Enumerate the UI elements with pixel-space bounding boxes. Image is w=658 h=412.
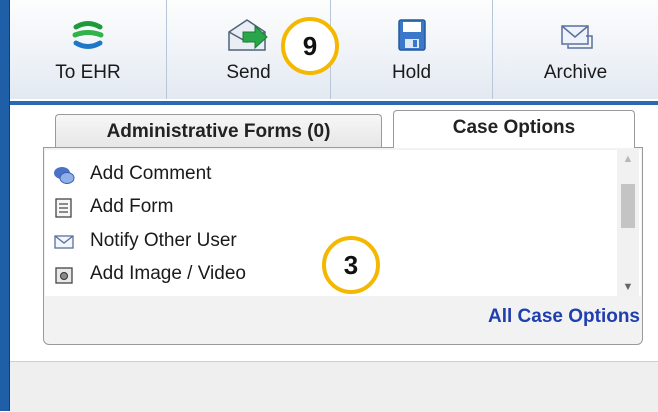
archive-envelope-icon bbox=[558, 18, 594, 54]
callout-badge-3: 3 bbox=[322, 236, 380, 294]
send-envelope-icon bbox=[227, 18, 271, 54]
archive-button[interactable]: Archive bbox=[493, 0, 658, 99]
to-ehr-button[interactable]: To EHR bbox=[10, 0, 167, 99]
list-item-label: Add Form bbox=[90, 196, 174, 217]
scroll-down-arrow-icon[interactable]: ▼ bbox=[617, 278, 639, 296]
toolbar-divider bbox=[10, 101, 658, 105]
archive-label: Archive bbox=[543, 62, 608, 83]
all-case-options-link[interactable]: All Case Options bbox=[400, 306, 640, 328]
tab-administrative-forms[interactable]: Administrative Forms (0) bbox=[55, 114, 382, 148]
form-icon bbox=[53, 197, 75, 218]
hold-button[interactable]: Hold bbox=[331, 0, 493, 99]
hold-label: Hold bbox=[391, 62, 432, 83]
window-frame-left bbox=[0, 0, 10, 411]
tab-case-options[interactable]: Case Options bbox=[393, 110, 635, 148]
scroll-up-arrow-icon[interactable]: ▲ bbox=[617, 150, 639, 168]
list-item-add-form[interactable]: Add Form bbox=[53, 191, 613, 223]
scrollbar-thumb[interactable] bbox=[621, 184, 635, 228]
list-item-label: Add Comment bbox=[90, 163, 212, 184]
camera-icon bbox=[53, 264, 75, 284]
comment-bubbles-icon bbox=[53, 164, 75, 184]
tab-administrative-forms-label: Administrative Forms (0) bbox=[106, 121, 331, 142]
ehr-globe-icon bbox=[70, 18, 106, 54]
case-options-scrollbar[interactable]: ▲ ▼ bbox=[617, 150, 639, 296]
callout-badge-9: 9 bbox=[281, 17, 339, 75]
list-item-add-comment[interactable]: Add Comment bbox=[53, 158, 613, 190]
floppy-disk-icon bbox=[397, 18, 427, 54]
list-item-label: Add Image / Video bbox=[90, 263, 246, 284]
envelope-icon bbox=[53, 231, 75, 251]
list-item-label: Notify Other User bbox=[90, 230, 237, 251]
status-bar bbox=[10, 361, 658, 412]
to-ehr-label: To EHR bbox=[55, 62, 121, 83]
tab-case-options-label: Case Options bbox=[452, 117, 576, 138]
